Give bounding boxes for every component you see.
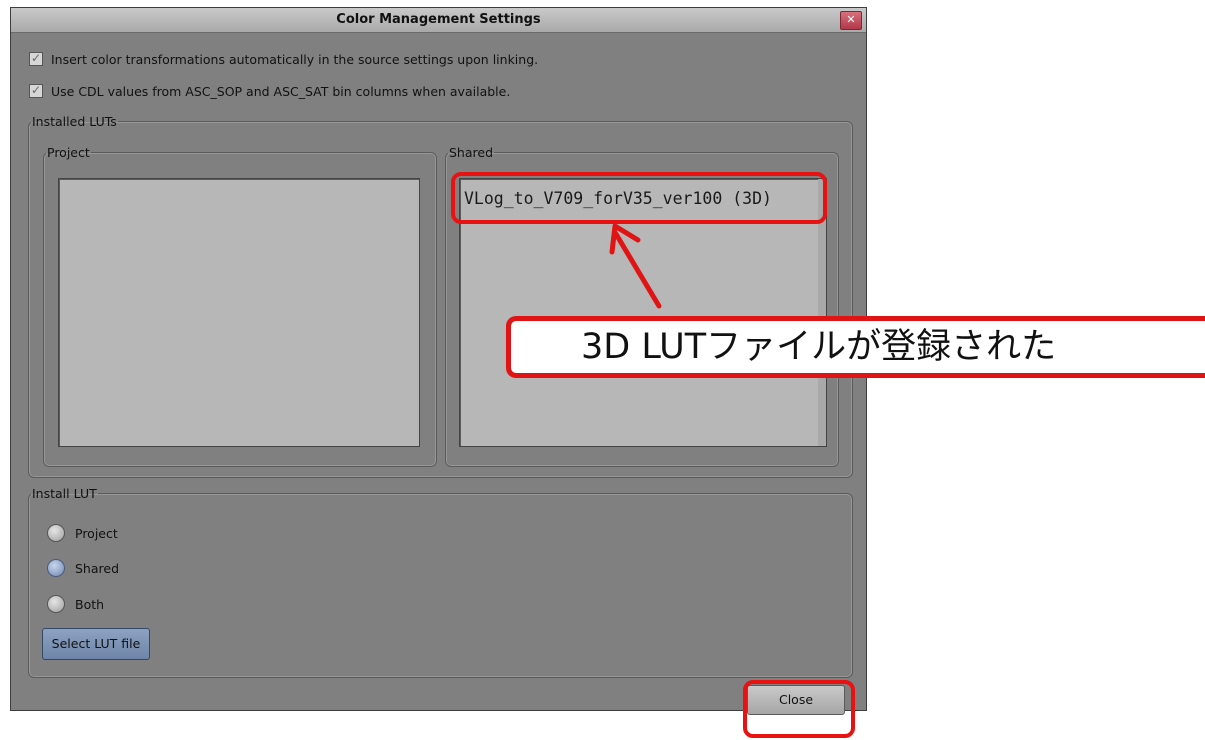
callout-label: 3D LUTファイルが登録された (506, 316, 1205, 378)
